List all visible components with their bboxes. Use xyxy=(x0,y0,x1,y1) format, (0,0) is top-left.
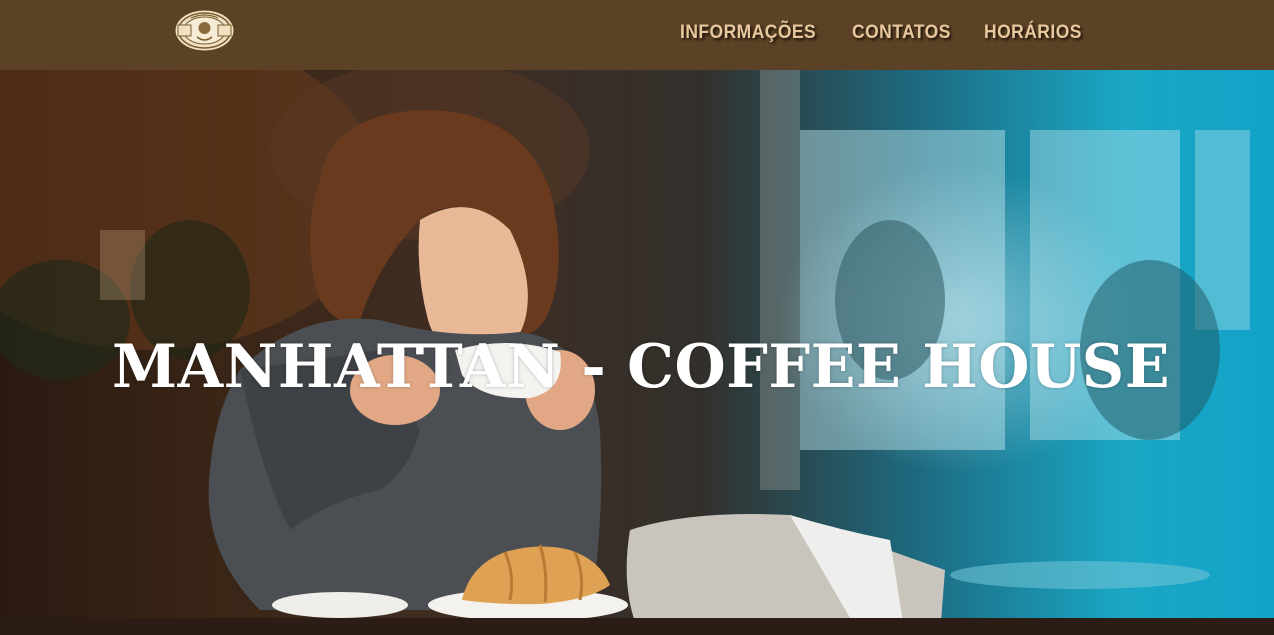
nav-informacoes[interactable]: INFORMAÇÕES xyxy=(680,22,816,44)
nav-contatos[interactable]: CONTATOS xyxy=(852,22,951,44)
page: INFORMAÇÕES CONTATOS HORÁRIOS MANHATTAN … xyxy=(0,0,1274,635)
nav-horarios[interactable]: HORÁRIOS xyxy=(984,22,1082,44)
top-navbar: INFORMAÇÕES CONTATOS HORÁRIOS xyxy=(0,0,1274,70)
hero-section: MANHATTAN - COFFEE HOUSE xyxy=(0,70,1274,635)
logo-link[interactable] xyxy=(175,10,234,51)
main-nav: INFORMAÇÕES CONTATOS HORÁRIOS xyxy=(680,22,1090,44)
coffee-house-seal-icon xyxy=(175,10,234,51)
hero-title: MANHATTAN - COFFEE HOUSE xyxy=(111,332,1171,403)
